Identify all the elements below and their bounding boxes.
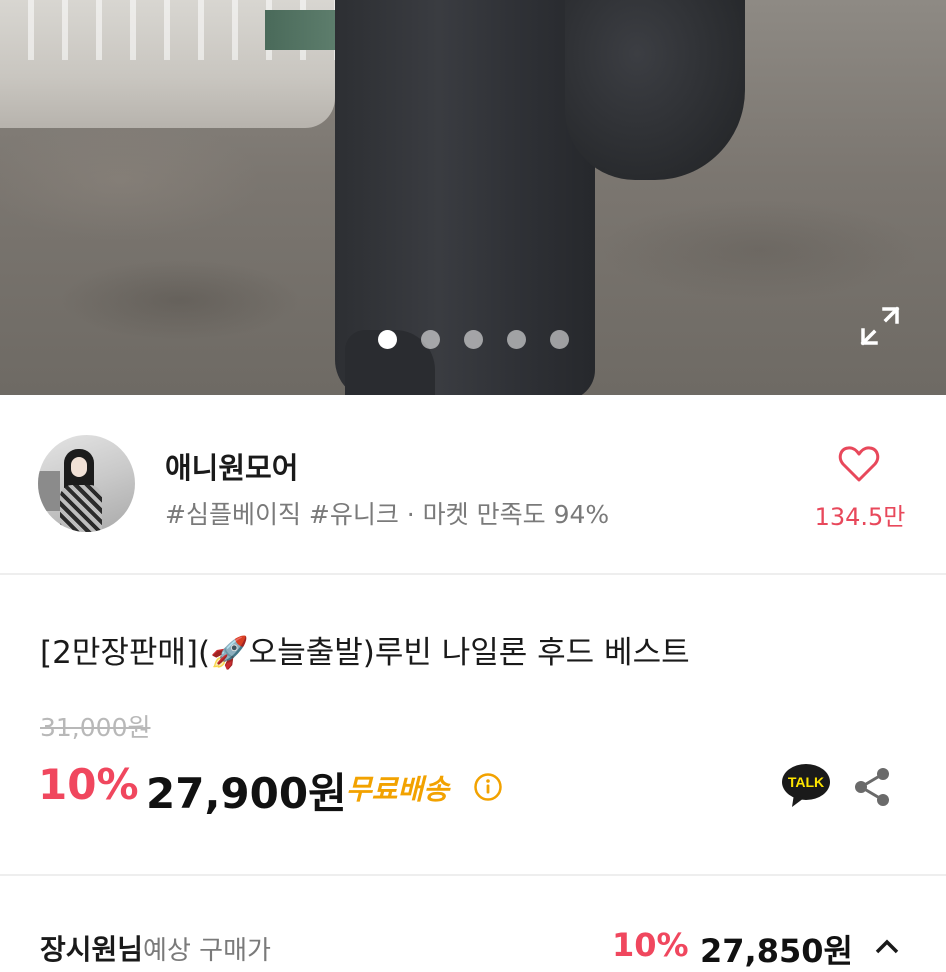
- gallery-dot[interactable]: [378, 330, 397, 349]
- chevron-up-icon[interactable]: [872, 936, 902, 956]
- gallery-dot[interactable]: [464, 330, 483, 349]
- expected-price-label: 장시원님예상 구매가: [40, 928, 271, 968]
- share-icon[interactable]: [852, 766, 892, 808]
- original-price: 31,000원: [40, 713, 151, 742]
- gallery-dot[interactable]: [550, 330, 569, 349]
- section-divider: [0, 874, 946, 876]
- seller-info[interactable]: 애니원모어 #심플베이직 #유니크 · 마켓 만족도 94% 134.5만: [0, 395, 946, 575]
- gallery-dot[interactable]: [507, 330, 526, 349]
- discount-rate: 10%: [38, 760, 139, 809]
- sale-price: 27,900원: [146, 769, 347, 818]
- background-building: [0, 0, 335, 128]
- heart-outline-icon[interactable]: [838, 445, 880, 483]
- product-image[interactable]: [0, 0, 946, 395]
- gallery-pagination: [378, 330, 569, 349]
- seller-name[interactable]: 애니원모어: [165, 445, 298, 487]
- gallery-dot[interactable]: [421, 330, 440, 349]
- seller-tags: #심플베이직 #유니크 · 마켓 만족도 94%: [165, 500, 610, 529]
- kakao-talk-icon[interactable]: TALK: [780, 762, 832, 810]
- expected-price: 27,850원: [700, 932, 853, 970]
- user-name: 장시원님: [40, 933, 144, 966]
- product-title: [2만장판매](🚀오늘출발)루빈 나일론 후드 베스트: [40, 635, 690, 671]
- free-shipping-label: 무료배송: [346, 773, 450, 806]
- expand-icon[interactable]: [860, 306, 900, 346]
- expected-discount: 10%: [612, 926, 689, 964]
- talk-badge-text: TALK: [788, 774, 824, 790]
- expected-price-sub: 예상 구매가: [143, 936, 271, 966]
- like-count: 134.5만: [814, 503, 906, 531]
- info-circle-icon[interactable]: [473, 772, 503, 802]
- garment-sleeve: [565, 0, 745, 180]
- seller-avatar[interactable]: [38, 435, 135, 532]
